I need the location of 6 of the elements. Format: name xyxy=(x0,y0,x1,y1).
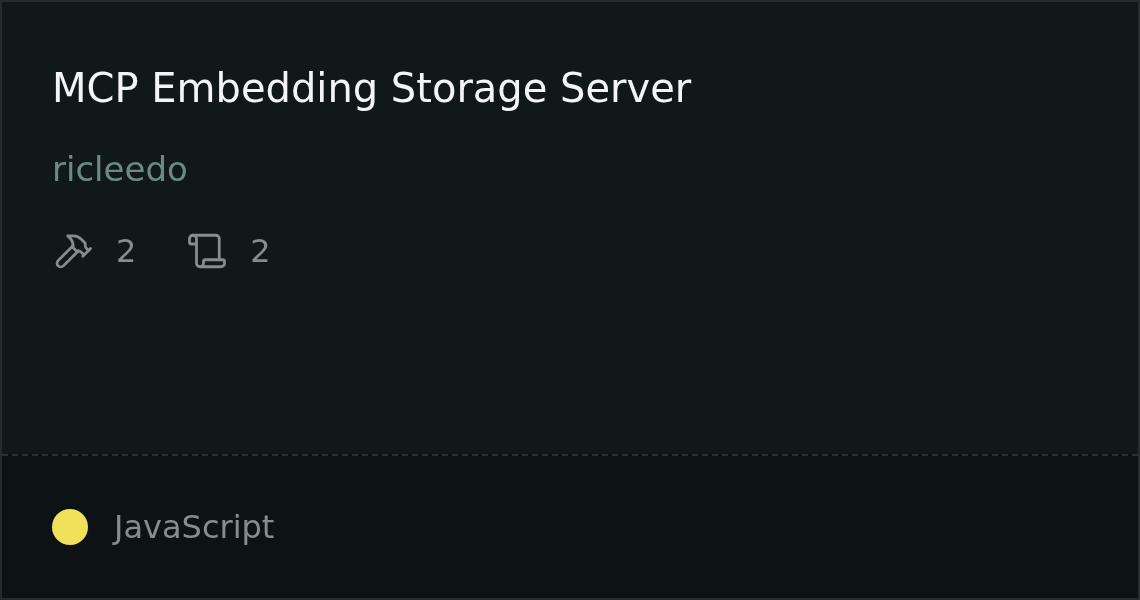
author-name: ricleedo xyxy=(52,148,189,191)
server-title: MCP Embedding Storage Server xyxy=(52,64,693,113)
language-label: JavaScript xyxy=(114,508,275,546)
count-label: 2 xyxy=(116,232,137,270)
count-label: 2 xyxy=(250,232,271,270)
server-card[interactable]: MCP Embedding Storage Server ricleedo 2 2 JavaScript xyxy=(0,0,1140,600)
